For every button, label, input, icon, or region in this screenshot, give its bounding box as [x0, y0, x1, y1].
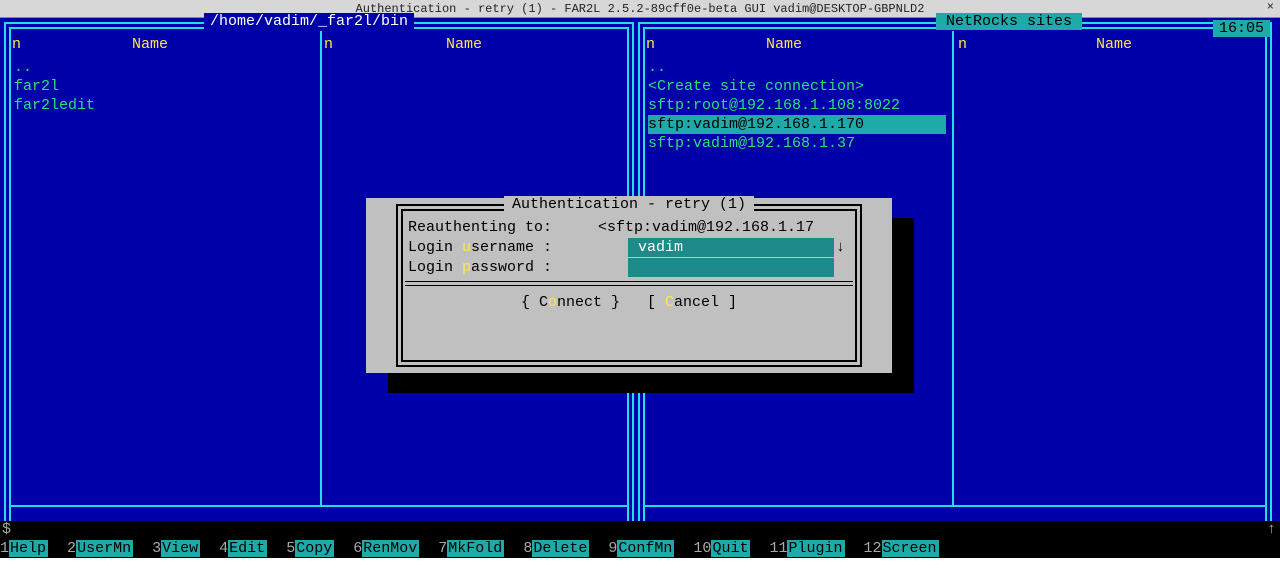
list-item[interactable]: far2ledit [14, 96, 624, 115]
f5-copy[interactable]: 5Copy [286, 540, 334, 558]
left-panel-headers: n Name n Name [12, 36, 626, 55]
scroll-up-icon[interactable]: ↑ [1267, 521, 1276, 538]
window-title: Authentication - retry (1) - FAR2L 2.5.2… [356, 2, 925, 16]
f9-confmn[interactable]: 9ConfMn [608, 540, 674, 558]
f12-screen[interactable]: 12Screen [864, 540, 939, 558]
username-label-pre: Login [408, 239, 462, 256]
f3-view[interactable]: 3View [152, 540, 200, 558]
chevron-down-icon[interactable]: ↓ [836, 238, 845, 258]
command-prompt[interactable]: $ ↑ [0, 521, 1280, 540]
cancel-button[interactable]: [ Cancel ] [647, 294, 737, 311]
dialog-separator [405, 281, 853, 282]
password-label-pre: Login [408, 259, 462, 276]
f1-help[interactable]: 1Help [0, 540, 48, 558]
f10-quit[interactable]: 10Quit [693, 540, 750, 558]
f6-renmov[interactable]: 6RenMov [353, 540, 419, 558]
close-icon[interactable]: × [1267, 0, 1274, 14]
reauth-target: <sftp:vadim@192.168.1.17 [598, 218, 814, 238]
list-item[interactable]: sftp:vadim@192.168.1.170 [648, 115, 946, 134]
dialog-border: Authentication - retry (1) Reauthenting … [396, 204, 862, 367]
reauth-row: Reauthenting to: <sftp:vadim@192.168.1.1… [408, 218, 850, 238]
username-input[interactable]: vadim [628, 238, 834, 257]
clock: 16:05 [1213, 20, 1270, 37]
prompt-text: $ [2, 521, 11, 538]
col-n: n [646, 36, 655, 53]
right-file-list[interactable]: .. <Create site connection> sftp:root@19… [648, 58, 1262, 153]
list-item[interactable]: sftp:root@192.168.1.108:8022 [648, 96, 1262, 115]
dialog-title: Authentication - retry (1) [504, 196, 754, 213]
username-row: Login username : vadim ↓ [408, 238, 850, 258]
col-name: Name [766, 36, 802, 53]
list-item[interactable]: far2l [14, 77, 624, 96]
dialog-buttons: { Connect } [ Cancel ] [398, 294, 860, 311]
f2-usermn[interactable]: 2UserMn [67, 540, 133, 558]
f8-delete[interactable]: 8Delete [523, 540, 589, 558]
hotkey: p [462, 259, 471, 276]
right-panel-headers: n Name n Name [646, 36, 1264, 55]
username-label-post: sername : [471, 239, 552, 256]
left-panel-path[interactable]: /home/vadim/_far2l/bin [204, 13, 414, 30]
f4-edit[interactable]: 4Edit [219, 540, 267, 558]
list-item[interactable]: .. [14, 58, 624, 77]
col-n: n [958, 36, 967, 53]
f7-mkfold[interactable]: 7MkFold [438, 540, 504, 558]
auth-dialog: Authentication - retry (1) Reauthenting … [366, 198, 892, 373]
col-name: Name [1096, 36, 1132, 53]
list-item[interactable]: .. [648, 58, 1262, 77]
col-n: n [324, 36, 333, 53]
col-n: n [12, 36, 21, 53]
panel-divider [644, 505, 1266, 507]
password-label-post: assword : [471, 259, 552, 276]
right-panel-title[interactable]: NetRocks sites [936, 13, 1082, 30]
reauth-label: Reauthenting to: [408, 219, 552, 236]
function-key-bar: 1Help 2UserMn 3View 4Edit 5Copy 6RenMov … [0, 540, 1280, 558]
password-row: Login password : [408, 258, 850, 278]
dialog-content: Reauthenting to: <sftp:vadim@192.168.1.1… [408, 218, 850, 278]
f11-plugin[interactable]: 11Plugin [769, 540, 844, 558]
list-item[interactable]: sftp:vadim@192.168.1.37 [648, 134, 1262, 153]
panel-divider [10, 505, 628, 507]
password-input[interactable] [628, 258, 834, 277]
window-titlebar: Authentication - retry (1) - FAR2L 2.5.2… [0, 0, 1280, 18]
left-file-list[interactable]: .. far2l far2ledit [14, 58, 624, 115]
main-area: /home/vadim/_far2l/bin n Name n Name .. … [0, 18, 1280, 558]
hotkey: u [462, 239, 471, 256]
col-name: Name [132, 36, 168, 53]
col-name: Name [446, 36, 482, 53]
connect-button[interactable]: { Connect } [521, 294, 620, 311]
username-value: vadim [638, 239, 683, 256]
list-item[interactable]: <Create site connection> [648, 77, 1262, 96]
